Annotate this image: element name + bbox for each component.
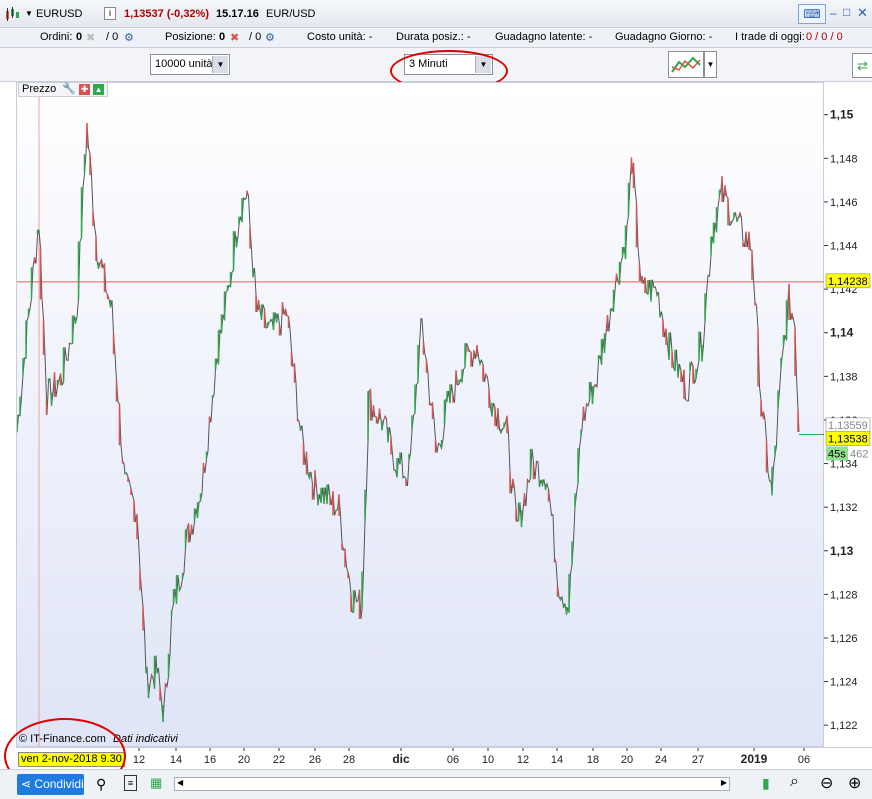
price-line [16,122,800,723]
positions-settings-icon[interactable]: ⚙ [265,31,275,44]
indicators-dropdown[interactable]: ▼ [704,51,717,78]
x-tick-label: dic [392,752,410,766]
share-button[interactable]: ⋖ Condividi [17,774,84,795]
x-tick-label: 18 [587,754,599,766]
x-tick-label: 10 [482,754,494,766]
orders-value: 0 [76,31,83,43]
x-tick-label: 12 [517,754,529,766]
time-axis[interactable]: 12 14 16 20 22 26 28 dic 06 10 12 14 18 20 24 27 2019 06 [16,747,872,769]
y-tick-label: 1,132 [830,502,858,514]
side-panel-toggle[interactable]: ⇄ [852,53,872,78]
time-axis-canvas: 12 14 16 20 22 26 28 dic 06 10 12 14 18 20 24 27 2019 06 [133,748,810,766]
price-axis[interactable]: 1,151,1481,1461,1441,1421,141,1381,1361,… [824,82,872,747]
units-select[interactable]: 10000 unità ▼ [150,54,230,75]
price-change: 1,13537 (-0,32%) [124,8,209,20]
x-tick-label: 27 [692,754,704,766]
indicator-chart-icon [671,56,701,73]
x-tick-label: 14 [551,754,563,766]
maximize-button[interactable]: □ [843,5,850,19]
y-tick-label: 1,148 [830,153,858,165]
close-positions-icon[interactable]: ✖ [230,31,239,44]
price-line-label: 1,14238 [828,276,868,288]
x-tick-label: 28 [343,754,355,766]
y-tick-label: 1,14 [830,326,854,340]
info-icon[interactable]: i [104,7,116,20]
bid-price-label: 462 [850,448,868,460]
x-tick-label: 2019 [741,752,768,766]
horizontal-scrollbar[interactable]: ◀ ▶ [174,777,730,791]
scroll-left-icon[interactable]: ◀ [177,778,183,787]
orders-settings-icon[interactable]: ⚙ [124,31,134,44]
y-tick-label: 1,138 [830,371,858,383]
x-tick-label: 14 [170,754,182,766]
y-tick-label: 1,124 [830,677,858,689]
cursor-tool-icon[interactable]: ⚲ [96,776,106,793]
ask-price-label: 1,13559 [828,420,868,432]
scroll-right-icon[interactable]: ▶ [721,778,727,787]
indicators-button[interactable] [668,51,704,78]
close-button[interactable]: ✕ [857,5,868,21]
move-up-icon[interactable]: ▲ [93,84,105,95]
y-tick-label: 1,146 [830,197,858,209]
zoom-auto-icon[interactable]: ⌕ [790,773,799,791]
x-tick-label: 20 [238,754,250,766]
y-tick-label: 1,15 [830,108,854,122]
title-bar: ▼ EURUSD i 1,13537 (-0,32%) 15.17.16 EUR… [0,0,872,28]
x-tick-label: 24 [655,754,667,766]
cancel-orders-icon[interactable]: ✖ [86,31,95,44]
position-info-bar: Ordini: 0 ✖ / 0 ⚙ Posizione: 0 ✖ / 0 ⚙ C… [0,28,872,48]
x-tick-label: 06 [798,754,810,766]
positions-value2: / 0 [249,31,262,43]
keyboard-icon[interactable]: ⌨ [798,4,826,24]
y-tick-label: 1,122 [830,720,858,732]
clock-time: 15.17.16 [216,8,259,20]
list-icon[interactable]: ≡ [124,775,137,791]
chart-canvas[interactable] [16,83,825,748]
remove-panel-icon[interactable]: ✚ [79,84,91,95]
trades-label: I trade di oggi: [735,31,805,43]
bottom-toolbar: ⋖ Condividi ⚲ ≡ ▦ ◀ ▶ ▮ ⌕ ⊖ ⊕ [0,769,872,799]
x-tick-label: 16 [204,754,216,766]
minimize-button[interactable]: – [830,6,837,20]
trades-value: 0 / 0 / 0 [806,31,843,43]
unit-cost: Costo unità: - [307,31,373,43]
y-tick-label: 1,128 [830,589,858,601]
dropdown-arrow-icon[interactable]: ▼ [25,9,33,18]
chart-style-icon[interactable]: ▮ [762,775,770,792]
price-axis-canvas: 1,151,1481,1461,1441,1421,141,1381,1361,… [824,108,871,732]
y-tick-label: 1,13 [830,544,854,558]
orders-label: Ordini: [40,31,73,43]
units-select-value: 10000 unità [155,58,213,70]
chevron-down-icon[interactable]: ▼ [212,56,228,73]
duration: Durata posiz.: - [396,31,471,43]
price-panel-label: Prezzo [22,83,57,95]
zoom-out-icon[interactable]: ⊖ [820,773,833,793]
share-icon: ⋖ [21,777,32,791]
daily-gain: Guadagno Giorno: - [615,31,713,43]
x-tick-label: 22 [273,754,285,766]
wrench-icon[interactable]: 🔧 [62,83,76,95]
countdown-label: 45s [828,448,846,460]
latent-gain: Guadagno latente: - [495,31,593,43]
current-price-label: 1,13538 [828,433,868,445]
share-label: Condividi [34,777,84,791]
y-tick-label: 1,126 [830,633,858,645]
candles-icon[interactable] [4,6,20,22]
positions-value: 0 [219,31,226,43]
zoom-in-icon[interactable]: ⊕ [848,773,861,793]
positions-label: Posizione: [165,31,216,43]
price-panel-header: Prezzo 🔧 ✚ ▲ [18,82,109,97]
x-tick-label: 20 [621,754,633,766]
y-tick-label: 1,144 [830,241,858,253]
x-tick-label: 12 [133,754,145,766]
chart-toolbar: 10000 unità ▼ 3 Minuti ▼ ▼ ⇄ [0,48,872,92]
orders-value2: / 0 [106,31,119,43]
symbol-label[interactable]: EURUSD [36,8,82,20]
data-table-icon[interactable]: ▦ [150,775,166,791]
x-tick-label: 26 [309,754,321,766]
pair-label: EUR/USD [266,8,316,20]
price-chart[interactable] [16,82,825,748]
x-tick-label: 06 [447,754,459,766]
